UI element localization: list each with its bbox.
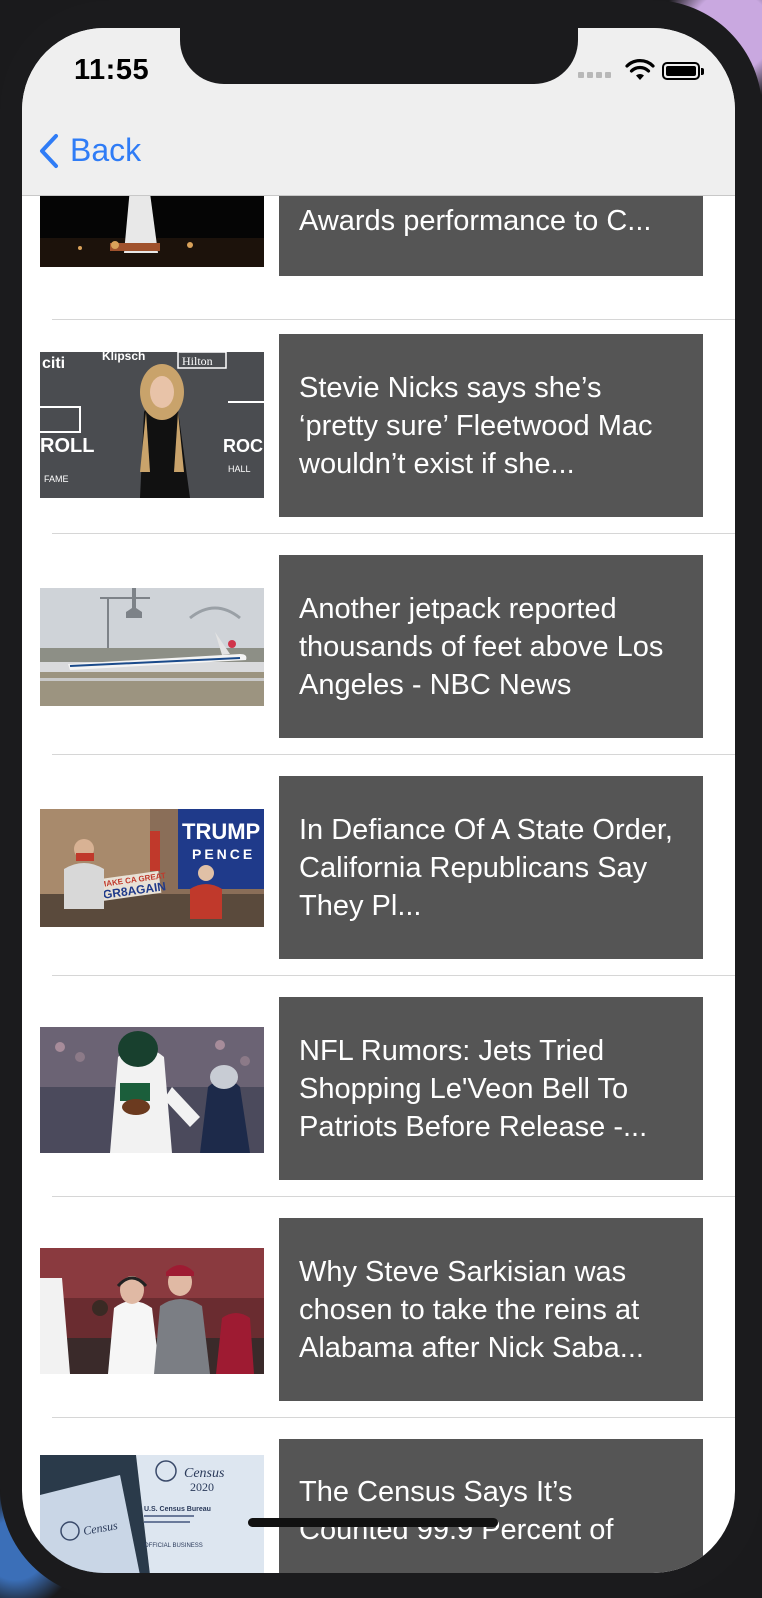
svg-text:TRUMP: TRUMP — [182, 819, 260, 844]
svg-text:U.S. Census Bureau: U.S. Census Bureau — [144, 1506, 211, 1513]
svg-text:HALL: HALL — [228, 464, 251, 474]
back-button[interactable]: Back — [38, 132, 141, 169]
article-thumbnail: citi Klipsch Hilton ROLL ROCK FAME HALL — [40, 352, 264, 498]
article-title: NFL Rumors: Jets Tried Shopping Le'Veon … — [299, 1034, 648, 1143]
notch — [180, 28, 578, 84]
article-title: The Census Says It’s Counted 99.9 Percen… — [299, 1476, 614, 1546]
screen: 11:55 Back Awards performance to C... ci… — [22, 28, 735, 1573]
navigation-bar: Back — [22, 114, 735, 196]
svg-text:PENCE: PENCE — [192, 846, 255, 862]
article-title-card[interactable]: Why Steve Sarkisian was chosen to take t… — [279, 1218, 703, 1401]
wifi-icon — [625, 58, 655, 87]
back-label: Back — [70, 132, 142, 168]
svg-text:Klipsch: Klipsch — [102, 352, 145, 363]
table-row[interactable]: Why Steve Sarkisian was chosen to take t… — [22, 1198, 735, 1418]
phone-frame: 11:55 Back Awards performance to C... ci… — [0, 0, 762, 1598]
table-row[interactable]: Another jetpack reported thousands of fe… — [22, 535, 735, 755]
row-separator — [52, 975, 735, 976]
article-thumbnail: Census 2020 U.S. Census Bureau OFFICIAL … — [40, 1455, 264, 1573]
row-separator — [52, 754, 735, 755]
home-indicator[interactable] — [248, 1518, 498, 1527]
table-row[interactable]: NFL Rumors: Jets Tried Shopping Le'Veon … — [22, 977, 735, 1197]
status-time: 11:55 — [74, 54, 150, 86]
row-separator — [52, 533, 735, 534]
table-row[interactable]: citi Klipsch Hilton ROLL ROCK FAME HALL — [22, 314, 735, 534]
article-title: Stevie Nicks says she’s ‘pretty sure’ Fl… — [299, 371, 653, 480]
article-title: Another jetpack reported thousands of fe… — [299, 592, 664, 701]
svg-text:Hilton: Hilton — [182, 354, 213, 368]
svg-text:ROCK: ROCK — [223, 436, 264, 456]
svg-text:FAME: FAME — [44, 474, 69, 484]
article-title-card[interactable]: In Defiance Of A State Order, California… — [279, 776, 703, 959]
svg-text:2020: 2020 — [190, 1480, 214, 1494]
table-row[interactable]: Census 2020 U.S. Census Bureau OFFICIAL … — [22, 1419, 735, 1573]
chevron-left-icon — [40, 133, 58, 168]
battery-icon — [662, 62, 704, 80]
article-thumbnail — [40, 588, 264, 706]
row-separator — [52, 1196, 735, 1197]
article-title-card[interactable]: Stevie Nicks says she’s ‘pretty sure’ Fl… — [279, 334, 703, 517]
row-separator — [52, 1417, 735, 1418]
table-row[interactable]: TRUMP PENCE MAKE CA GREAT GR8AGAIN In De… — [22, 756, 735, 976]
article-title: In Defiance Of A State Order, California… — [299, 813, 673, 922]
svg-text:ROLL: ROLL — [40, 435, 94, 457]
article-thumbnail — [40, 1248, 264, 1374]
article-title-card[interactable]: The Census Says It’s Counted 99.9 Percen… — [279, 1439, 703, 1573]
article-thumbnail — [40, 1027, 264, 1153]
svg-text:Census: Census — [184, 1466, 225, 1481]
article-title: Why Steve Sarkisian was chosen to take t… — [299, 1255, 644, 1364]
svg-text:citi: citi — [42, 355, 65, 372]
article-title-card[interactable]: Another jetpack reported thousands of fe… — [279, 555, 703, 738]
cellular-signal-icon — [578, 72, 611, 78]
article-title-card[interactable]: NFL Rumors: Jets Tried Shopping Le'Veon … — [279, 997, 703, 1180]
svg-text:OFFICIAL BUSINESS: OFFICIAL BUSINESS — [144, 1543, 203, 1549]
article-thumbnail: TRUMP PENCE MAKE CA GREAT GR8AGAIN — [40, 809, 264, 927]
